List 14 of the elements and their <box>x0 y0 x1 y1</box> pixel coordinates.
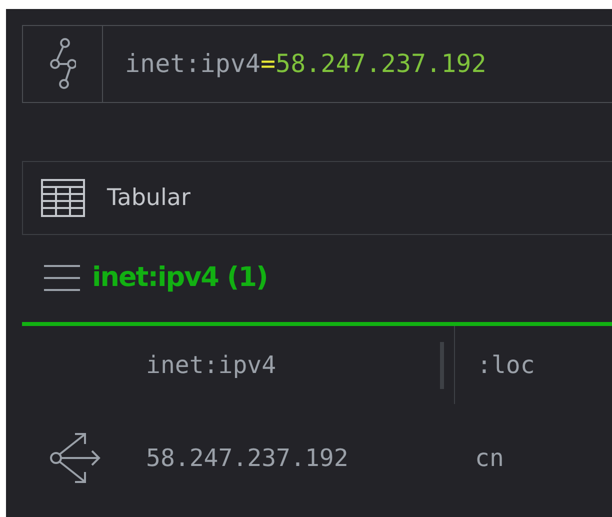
group-title: inet:ipv4 (1) <box>92 260 268 295</box>
column-header[interactable]: :loc <box>477 347 535 383</box>
branch-icon <box>50 38 76 90</box>
query-operator: = <box>260 48 276 80</box>
menu-icon[interactable] <box>44 264 80 292</box>
table-icon <box>41 179 85 217</box>
query-bar[interactable]: inet:ipv4=58.247.237.192 <box>22 25 612 103</box>
table-cell-text: 58.247.237.192 <box>145 443 350 474</box>
node-arrows-icon[interactable] <box>50 432 102 484</box>
query-value: 58.247.237.192 <box>276 48 486 80</box>
query-form: inet:ipv4 <box>125 48 260 80</box>
column-header[interactable]: inet:ipv4 <box>130 347 440 383</box>
view-selector[interactable]: Tabular <box>22 161 612 235</box>
table-cell-text: cn <box>474 443 504 474</box>
